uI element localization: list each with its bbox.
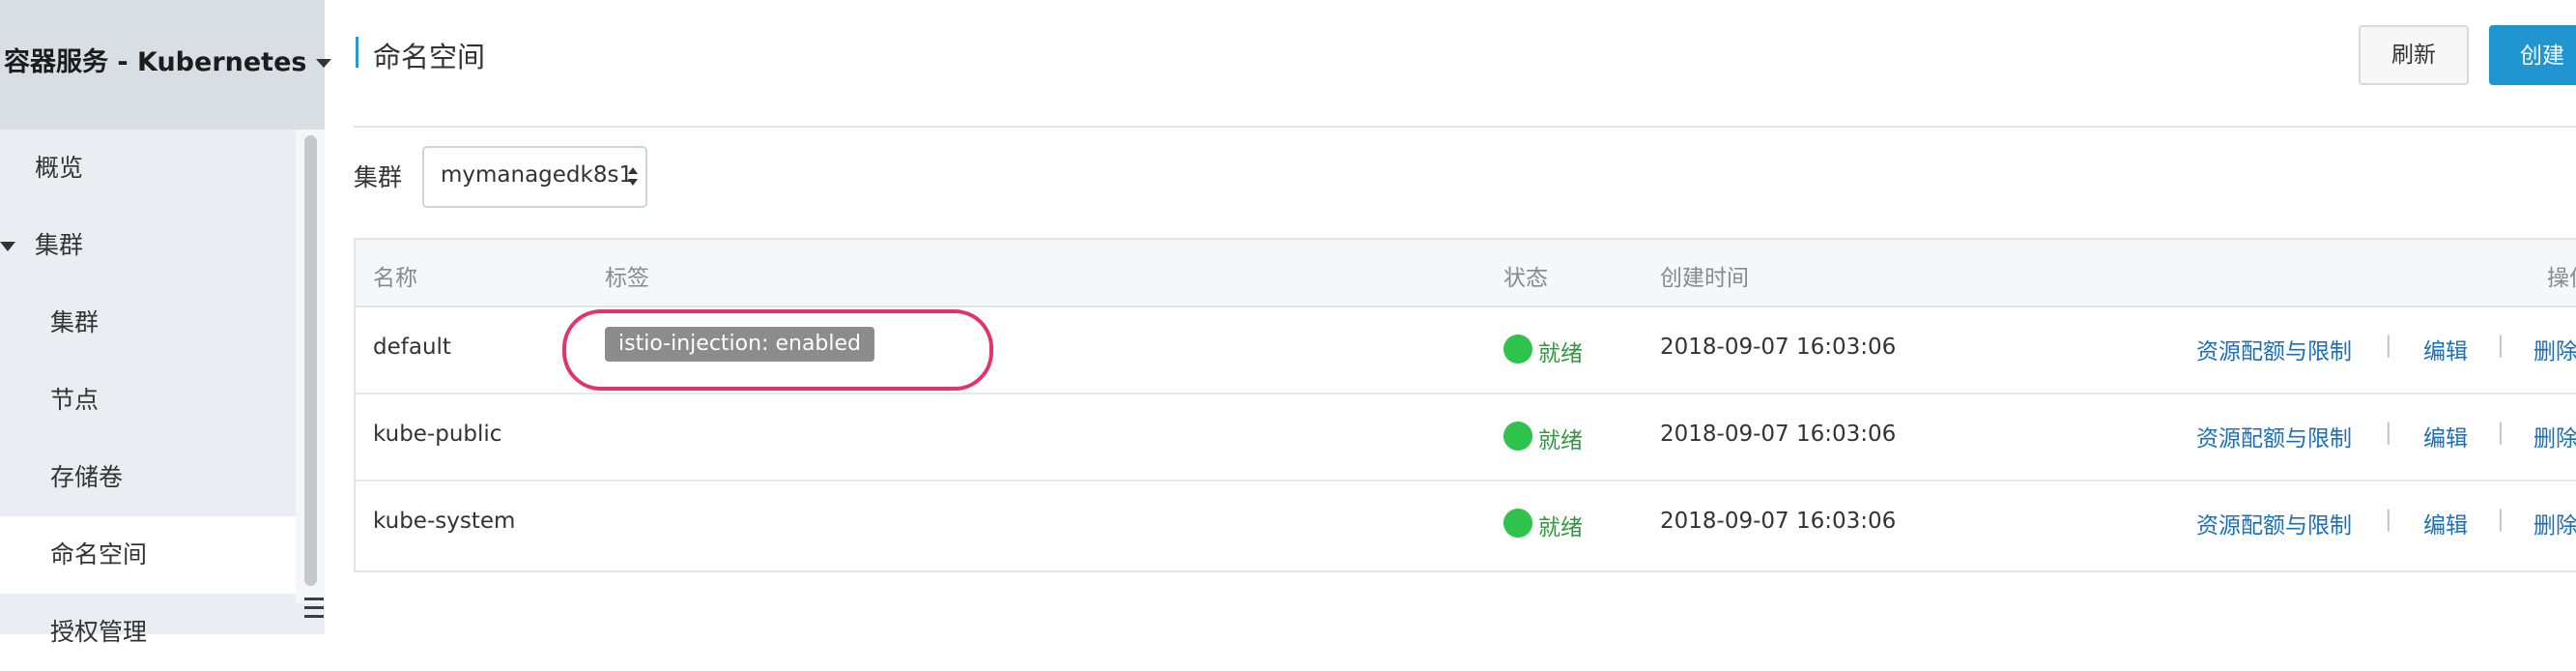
sidebar-header[interactable]: 容器服务 - Kubernetes (0, 0, 332, 130)
title-accent-bar (356, 37, 358, 68)
green-dot-icon (1503, 335, 1532, 364)
namespace-name: kube-system (373, 509, 516, 534)
sidebar-item-label: 集群 (35, 231, 84, 259)
column-header-status: 状态 (1503, 266, 1548, 291)
sidebar-item-namespaces[interactable]: 命名空间 (0, 516, 296, 594)
green-dot-icon (1503, 509, 1532, 538)
cluster-select[interactable]: mymanagedk8s1 (422, 146, 647, 208)
action-separator: | (2385, 333, 2392, 358)
action-separator: | (2385, 507, 2392, 532)
quota-limit-link[interactable]: 资源配额与限制 (2196, 420, 2352, 452)
sidebar-item-volumes[interactable]: 存储卷 (0, 439, 346, 516)
sidebar-item-authorization[interactable]: 授权管理 (0, 594, 346, 671)
delete-link[interactable]: 删除 (2533, 333, 2576, 365)
created-time: 2018-09-07 16:03:06 (1660, 509, 1897, 534)
sidebar: 容器服务 - Kubernetes 概览 集群 集群 节点 存储卷 命名空间 授… (0, 0, 332, 646)
namespace-name: default (373, 335, 451, 360)
column-header-labels: 标签 (605, 266, 649, 291)
annotation-highlight-ring (562, 309, 993, 391)
sidebar-item-nodes[interactable]: 节点 (0, 362, 346, 439)
updown-arrows-icon (628, 167, 638, 174)
product-title-label: 容器服务 - Kubernetes (4, 47, 307, 77)
sidebar-item-label: 节点 (50, 386, 100, 414)
sidebar-group-cluster[interactable]: 集群 (0, 207, 330, 284)
quota-limit-link[interactable]: 资源配额与限制 (2196, 333, 2352, 365)
edit-link[interactable]: 编辑 (2423, 333, 2468, 365)
edit-link[interactable]: 编辑 (2423, 420, 2468, 452)
column-header-actions: 操作 (2547, 266, 2576, 291)
caret-down-icon (316, 59, 332, 68)
cluster-select-value: mymanagedk8s1 (441, 162, 634, 188)
status-text: 就绪 (1538, 341, 1583, 366)
sidebar-item-label: 集群 (50, 308, 100, 336)
column-header-name: 名称 (373, 266, 417, 291)
action-separator: | (2497, 333, 2504, 358)
table-row: kube-system 就绪 2018-09-07 16:03:06 资源配额与… (356, 480, 2576, 567)
sidebar-scrollbar-thumb[interactable] (304, 135, 317, 586)
status-text: 就绪 (1538, 515, 1583, 540)
column-header-created: 创建时间 (1660, 266, 1749, 291)
delete-link[interactable]: 删除 (2533, 507, 2576, 540)
created-time: 2018-09-07 16:03:06 (1660, 422, 1897, 447)
refresh-button[interactable]: 刷新 (2359, 25, 2469, 85)
namespace-name: kube-public (373, 422, 502, 447)
cluster-label: 集群 (354, 163, 403, 191)
table-row: kube-public 就绪 2018-09-07 16:03:06 资源配额与… (356, 393, 2576, 481)
quota-limit-link[interactable]: 资源配额与限制 (2196, 507, 2352, 540)
table-header: 名称 标签 状态 创建时间 操作 (356, 240, 2576, 307)
namespace-table: 名称 标签 状态 创建时间 操作 default istio-injection… (354, 238, 2576, 572)
action-separator: | (2385, 420, 2392, 445)
edit-link[interactable]: 编辑 (2423, 507, 2468, 540)
create-button[interactable]: 创建 (2489, 25, 2576, 85)
sidebar-item-label: 命名空间 (50, 540, 148, 569)
caret-down-icon (0, 242, 15, 251)
status-text: 就绪 (1538, 428, 1583, 453)
updown-arrows-icon (628, 179, 638, 186)
collapse-sidebar-icon[interactable] (304, 598, 324, 627)
page-title: 命名空间 (373, 41, 486, 73)
sidebar-item-label: 存储卷 (50, 463, 124, 491)
header-divider (354, 126, 2576, 128)
created-time: 2018-09-07 16:03:06 (1660, 335, 1897, 360)
delete-link[interactable]: 删除 (2533, 420, 2576, 452)
sidebar-item-overview[interactable]: 概览 (0, 130, 330, 207)
sidebar-item-label: 概览 (35, 154, 84, 182)
green-dot-icon (1503, 422, 1532, 451)
sidebar-item-clusters[interactable]: 集群 (0, 284, 346, 362)
sidebar-item-label: 授权管理 (50, 618, 148, 646)
action-separator: | (2497, 420, 2504, 445)
action-separator: | (2497, 507, 2504, 532)
product-title[interactable]: 容器服务 - Kubernetes (4, 41, 332, 78)
